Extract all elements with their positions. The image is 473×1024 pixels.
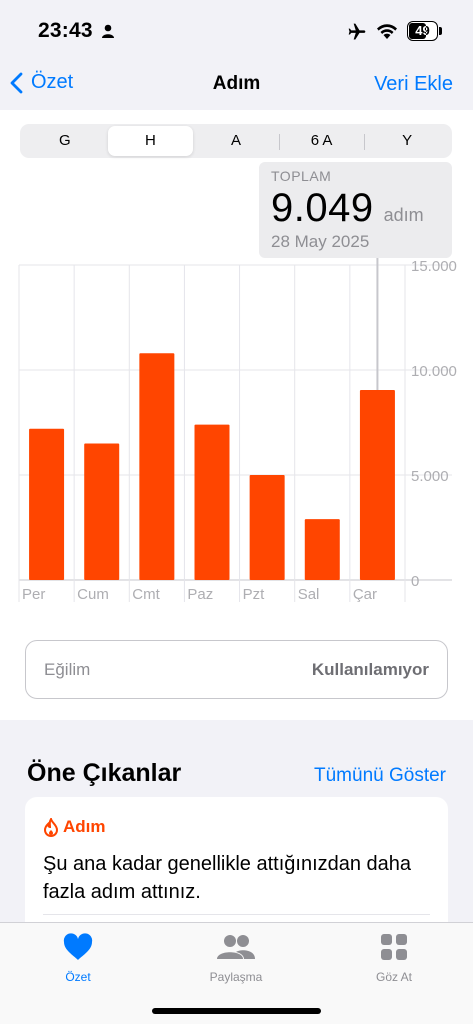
bar-per[interactable] bbox=[29, 428, 65, 580]
tab-browse[interactable]: Göz At bbox=[344, 933, 444, 984]
status-bar: 23:43 49 bbox=[0, 0, 473, 58]
flame-icon bbox=[43, 817, 59, 837]
x-tick-label: Çar bbox=[353, 586, 377, 603]
airplane-icon bbox=[348, 23, 366, 40]
x-tick-label: Pzt bbox=[243, 586, 266, 603]
tab-sharing-label: Paylaşma bbox=[209, 970, 263, 984]
tooltip-date: 28 May 2025 bbox=[271, 232, 370, 251]
highlight-text: Şu ana kadar genellikle attığınızdan dah… bbox=[43, 853, 412, 903]
people-icon bbox=[217, 935, 255, 959]
home-indicator bbox=[152, 1008, 321, 1014]
battery-tip bbox=[439, 27, 442, 35]
nav-bar: Özet Adım Veri Ekle bbox=[0, 58, 473, 110]
highlight-divider bbox=[43, 914, 430, 915]
segment-year[interactable]: Y bbox=[364, 126, 450, 156]
selection-tooltip: TOPLAM 9.049 adım 28 May 2025 bbox=[259, 162, 452, 258]
grid-icon bbox=[381, 934, 407, 960]
battery-icon: 49 bbox=[407, 21, 438, 41]
heart-icon bbox=[63, 933, 93, 960]
x-tick-label: Per bbox=[22, 586, 45, 603]
person-icon bbox=[102, 24, 114, 38]
x-tick-label: Paz bbox=[187, 586, 213, 603]
highlight-card[interactable]: Adım Şu ana kadar genellikle attığınızda… bbox=[25, 797, 448, 937]
trend-label: Eğilim bbox=[44, 660, 91, 679]
show-all-link[interactable]: Tümünü Göster bbox=[314, 765, 446, 787]
steps-bar-chart[interactable]: 15.000 10.000 5.000 0 Per Cum Cmt Paz Pzt Sal Çar bbox=[0, 250, 473, 610]
bar-pzt[interactable] bbox=[249, 475, 285, 580]
tab-sharing[interactable]: Paylaşma bbox=[186, 933, 286, 984]
bar-cum[interactable] bbox=[84, 443, 120, 581]
add-data-button[interactable]: Veri Ekle bbox=[374, 73, 453, 96]
wifi-icon bbox=[377, 24, 397, 39]
bar-cmt[interactable] bbox=[139, 353, 175, 580]
segment-month[interactable]: A bbox=[193, 126, 279, 156]
x-tick-label: Cum bbox=[77, 586, 109, 603]
x-tick-label: Cmt bbox=[132, 586, 160, 603]
bar-çar[interactable] bbox=[359, 389, 395, 580]
trend-row[interactable]: Eğilim Kullanılamıyor bbox=[25, 640, 448, 699]
status-time: 23:43 bbox=[38, 19, 93, 42]
bar-paz[interactable] bbox=[194, 424, 230, 580]
highlights-title: Öne Çıkanlar bbox=[27, 759, 182, 787]
tooltip-label: TOPLAM bbox=[271, 168, 332, 184]
tab-summary-label: Özet bbox=[65, 970, 91, 984]
segment-week[interactable]: H bbox=[107, 126, 194, 156]
battery-level: 49 bbox=[415, 23, 430, 38]
segment-day[interactable]: G bbox=[22, 126, 108, 156]
bar-sal[interactable] bbox=[304, 519, 340, 580]
y-tick-label: 0 bbox=[411, 573, 419, 590]
trend-status: Kullanılamıyor bbox=[311, 660, 429, 679]
tab-summary[interactable]: Özet bbox=[28, 933, 128, 984]
chart-card: G H A 6 A Y 15.000 10.000 5.000 0 Per Cum Cmt P… bbox=[0, 110, 473, 720]
x-tick-label: Sal bbox=[298, 586, 320, 603]
time-range-segmented-control: G H A 6 A Y bbox=[20, 124, 452, 158]
tab-browse-label: Göz At bbox=[375, 970, 413, 984]
y-tick-label: 5.000 bbox=[411, 468, 449, 485]
segment-six-months[interactable]: 6 A bbox=[278, 126, 365, 156]
highlight-category: Adım bbox=[63, 817, 106, 836]
tooltip-unit: adım bbox=[383, 205, 424, 225]
tooltip-value: 9.049 bbox=[271, 186, 374, 230]
y-tick-label: 10.000 bbox=[411, 363, 457, 380]
y-tick-label: 15.000 bbox=[411, 258, 457, 275]
